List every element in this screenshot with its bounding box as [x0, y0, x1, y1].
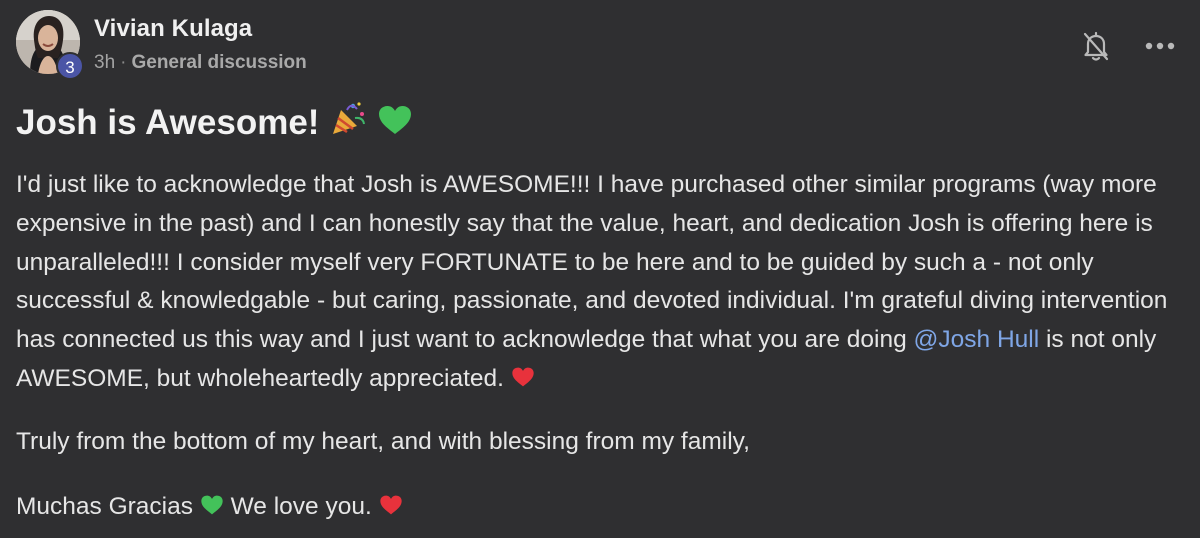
meta-separator: ·	[120, 52, 127, 73]
more-options-button[interactable]	[1142, 28, 1178, 64]
body-paragraph-2: Truly from the bottom of my heart, and w…	[16, 428, 750, 455]
body-paragraph-3-part-1: Muchas Gracias	[16, 493, 200, 520]
post-title: Josh is Awesome!	[16, 100, 413, 143]
user-mention-link[interactable]: @Josh Hull	[914, 326, 1040, 353]
post-body: I'd just like to acknowledge that Josh i…	[16, 166, 1184, 399]
green-heart-icon	[377, 103, 413, 142]
post-category[interactable]: General discussion	[131, 52, 306, 73]
notifications-toggle-button[interactable]	[1078, 28, 1114, 64]
post-card: 3 Vivian Kulaga 3h · General discussion Jo…	[0, 0, 1200, 538]
post-header: 3 Vivian Kulaga 3h · General discussion	[16, 10, 1184, 80]
post-title-text: Josh is Awesome!	[16, 103, 320, 142]
bell-slash-icon	[1083, 31, 1109, 61]
green-heart-icon	[200, 493, 224, 520]
red-heart-icon	[379, 493, 403, 520]
more-horizontal-icon	[1145, 42, 1175, 50]
red-heart-icon	[511, 365, 535, 392]
author-name[interactable]: Vivian Kulaga	[94, 15, 252, 43]
body-paragraph-3-part-2: We love you.	[223, 493, 379, 520]
level-badge: 3	[56, 52, 84, 80]
post-time: 3h	[94, 52, 116, 73]
post-meta: 3h · General discussion	[94, 52, 307, 74]
body-paragraph-3: Muchas Gracias We love you.	[16, 488, 403, 526]
party-popper-icon	[329, 102, 377, 142]
